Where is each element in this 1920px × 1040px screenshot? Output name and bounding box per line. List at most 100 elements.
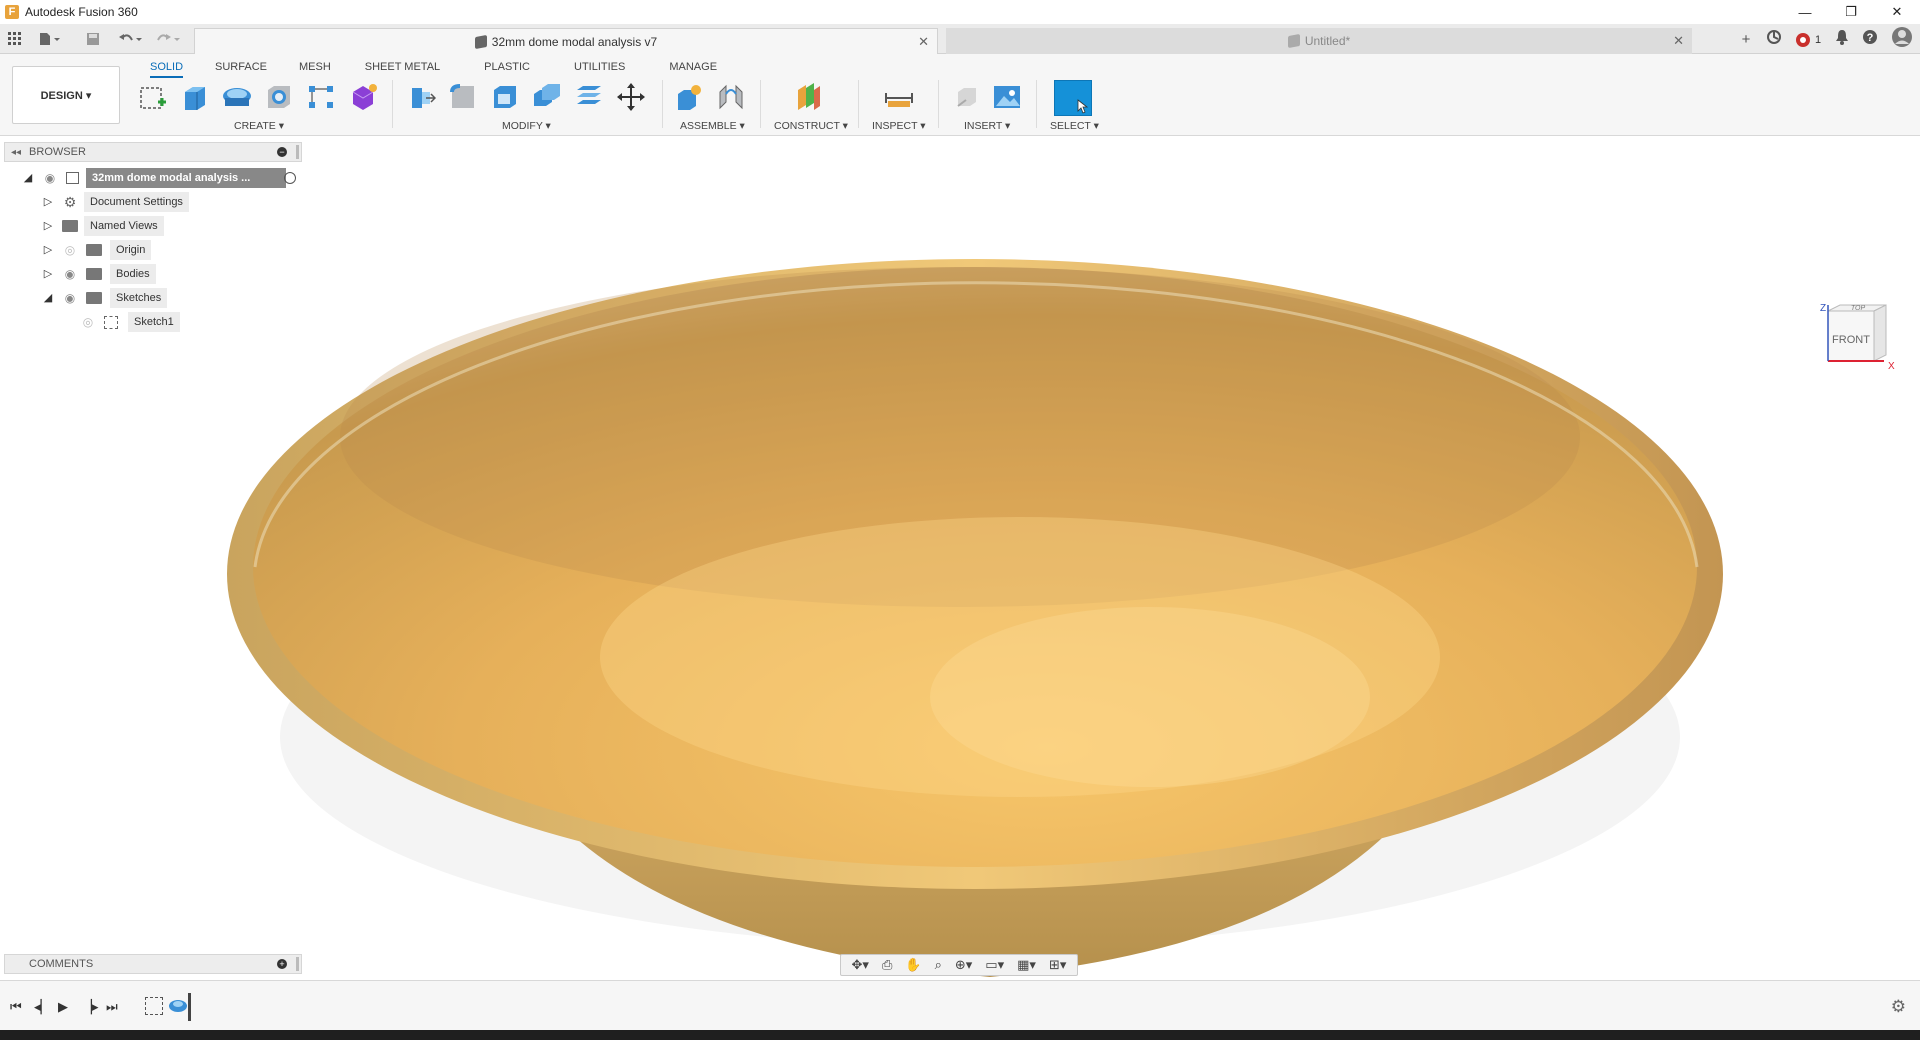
offset-plane-icon[interactable] (792, 80, 826, 114)
timeline-revolve-icon[interactable] (168, 997, 187, 1015)
tree-item-document-settings[interactable]: ▷ ⚙ Document Settings (4, 190, 302, 214)
close-tab-icon[interactable]: ✕ (1673, 33, 1684, 49)
pattern-icon[interactable] (304, 80, 338, 114)
collapse-triangle-icon[interactable]: ◢ (42, 292, 54, 304)
user-avatar[interactable] (1884, 26, 1920, 52)
shell-icon[interactable] (488, 80, 522, 114)
revolve-icon[interactable] (220, 80, 254, 114)
combine-icon[interactable] (530, 80, 564, 114)
tab-surface[interactable]: SURFACE (215, 58, 267, 78)
data-panel-grid-icon[interactable] (8, 24, 22, 54)
tab-solid[interactable]: SOLID (150, 58, 184, 78)
browser-header[interactable]: ◂◂ BROWSER − (4, 142, 302, 162)
go-to-start-icon[interactable]: ⏮ (10, 999, 22, 1015)
tab-mesh[interactable]: MESH (299, 58, 331, 78)
create-sketch-icon[interactable] (136, 80, 170, 114)
toolbar-divider (662, 80, 663, 128)
tab-sheet-metal[interactable]: SHEET METAL (365, 58, 440, 78)
redo-icon[interactable] (156, 24, 182, 54)
modify-menu[interactable]: MODIFY ▾ (502, 120, 551, 132)
go-to-end-icon[interactable]: ⏭ (106, 999, 118, 1015)
job-status-icon[interactable] (1760, 29, 1788, 49)
notifications-bell-icon[interactable] (1828, 29, 1856, 49)
visibility-eye-icon[interactable]: ◉ (42, 172, 58, 184)
measure-icon[interactable] (882, 80, 916, 114)
create-form-icon[interactable] (346, 80, 380, 114)
tree-item-origin[interactable]: ▷ ◎ Origin (4, 238, 302, 262)
tab-untitled[interactable]: Untitled* ✕ (946, 28, 1692, 54)
select-tool-icon[interactable] (1054, 80, 1092, 116)
insert-canvas-icon[interactable] (990, 80, 1024, 114)
expand-triangle-icon[interactable]: ▷ (42, 268, 54, 280)
insert-derive-icon[interactable] (950, 80, 984, 114)
zoom-icon[interactable]: ⌕ (935, 957, 942, 973)
press-pull-icon[interactable] (404, 80, 438, 114)
hole-icon[interactable] (262, 80, 296, 114)
tree-root[interactable]: ◢ ◉ 32mm dome modal analysis ... (4, 166, 302, 190)
timeline-marker[interactable] (188, 993, 191, 1021)
close-tab-icon[interactable]: ✕ (918, 34, 929, 50)
undo-icon[interactable] (118, 24, 144, 54)
minimize-button[interactable]: — (1782, 0, 1828, 24)
move-copy-icon[interactable] (614, 80, 648, 114)
panel-resize-handle[interactable] (296, 957, 299, 971)
inspect-menu[interactable]: INSPECT ▾ (872, 120, 926, 132)
tree-item-bodies[interactable]: ▷ ◉ Bodies (4, 262, 302, 286)
timeline-settings-gear-icon[interactable]: ⚙ (1891, 997, 1906, 1017)
joint-icon[interactable] (714, 80, 748, 114)
step-forward-icon[interactable]: ▕▸ (82, 999, 99, 1015)
tab-manage[interactable]: MANAGE (669, 58, 717, 78)
tree-item-named-views[interactable]: ▷ Named Views (4, 214, 302, 238)
extrude-icon[interactable] (178, 80, 212, 114)
expand-triangle-icon[interactable]: ▷ (42, 220, 54, 232)
fillet-icon[interactable] (446, 80, 480, 114)
save-icon[interactable] (86, 24, 100, 54)
browser-minus-icon[interactable]: − (277, 147, 287, 157)
visibility-eye-icon[interactable]: ◉ (62, 268, 78, 280)
svg-text:?: ? (1867, 32, 1874, 44)
workspace-switcher-button[interactable]: DESIGN ▾ (12, 66, 120, 124)
hidden-eye-icon[interactable]: ◎ (62, 244, 78, 256)
create-menu[interactable]: CREATE ▾ (234, 120, 284, 132)
grid-settings-icon[interactable]: ▦▾ (1017, 957, 1036, 973)
close-window-button[interactable]: ✕ (1874, 0, 1920, 24)
look-at-icon[interactable]: ⎙ (882, 957, 892, 973)
offset-face-icon[interactable] (572, 80, 606, 114)
play-icon[interactable]: ▶ (58, 999, 68, 1015)
tree-item-sketch1[interactable]: ◎ Sketch1 (4, 310, 302, 334)
timeline-sketch-icon[interactable] (145, 997, 163, 1015)
visibility-eye-icon[interactable]: ◉ (62, 292, 78, 304)
tab-dome-modal-analysis[interactable]: 32mm dome modal analysis v7 ✕ (194, 28, 938, 54)
panel-resize-handle[interactable] (296, 145, 299, 159)
pan-hand-icon[interactable]: ✋ (905, 957, 921, 973)
orbit-icon[interactable]: ✥▾ (852, 957, 869, 973)
select-menu[interactable]: SELECT ▾ (1050, 120, 1099, 132)
step-back-icon[interactable]: ◂▏ (34, 999, 51, 1015)
activate-radio-icon[interactable] (284, 172, 296, 184)
folder-icon (86, 244, 102, 256)
assemble-menu[interactable]: ASSEMBLE ▾ (680, 120, 745, 132)
hidden-eye-icon[interactable]: ◎ (80, 316, 96, 328)
file-menu-icon[interactable] (38, 24, 62, 54)
new-tab-icon[interactable]: + (1732, 31, 1760, 48)
collapse-chevron-icon[interactable]: ◂◂ (11, 147, 21, 158)
construct-menu[interactable]: CONSTRUCT ▾ (774, 120, 848, 132)
gear-icon: ⚙ (63, 194, 77, 210)
comments-header[interactable]: COMMENTS + (4, 954, 302, 974)
tab-plastic[interactable]: PLASTIC (484, 58, 530, 78)
expand-triangle-icon[interactable]: ▷ (42, 196, 54, 208)
tab-utilities[interactable]: UTILITIES (574, 58, 625, 78)
new-component-icon[interactable] (672, 80, 706, 114)
insert-menu[interactable]: INSERT ▾ (964, 120, 1010, 132)
display-settings-icon[interactable]: ▭▾ (985, 957, 1004, 973)
tree-item-sketches[interactable]: ◢ ◉ Sketches (4, 286, 302, 310)
fit-zoom-icon[interactable]: ⊕▾ (955, 957, 972, 973)
extensions-icon[interactable]: 1 (1788, 30, 1828, 47)
restore-button[interactable]: ❐ (1828, 0, 1874, 24)
expand-triangle-icon[interactable]: ▷ (42, 244, 54, 256)
view-cube[interactable]: TOP FRONT Z X (1818, 303, 1898, 386)
viewports-icon[interactable]: ⊞▾ (1049, 957, 1066, 973)
add-comment-icon[interactable]: + (277, 959, 287, 969)
collapse-triangle-icon[interactable]: ◢ (22, 172, 34, 184)
help-icon[interactable]: ? (1856, 29, 1884, 49)
